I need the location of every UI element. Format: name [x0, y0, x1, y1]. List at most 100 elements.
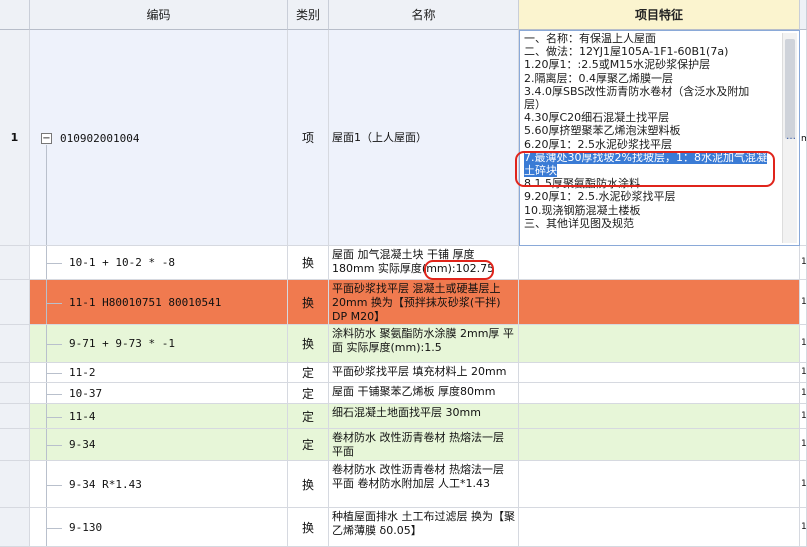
- feature-line: 1.20厚1：:2.5或M15水泥砂浆保护层: [524, 58, 711, 72]
- tree-line: [46, 508, 47, 546]
- code-cell[interactable]: 10-37: [30, 383, 288, 404]
- scrollbar-thumb[interactable]: [785, 39, 795, 139]
- feature-cell[interactable]: [519, 461, 800, 508]
- next-column-cell: 1: [800, 461, 807, 508]
- next-column-cell: 1: [800, 508, 807, 547]
- next-column-cell: 1: [800, 246, 807, 280]
- quota-row[interactable]: 11-2 定 平面砂浆找平层 填充材料上 20mm 1: [0, 363, 807, 383]
- category-cell[interactable]: 换: [288, 280, 329, 325]
- category-label: 换: [301, 295, 314, 310]
- name-cell[interactable]: 种植屋面排水 土工布过滤层 换为【聚乙烯薄膜 δ0.05】: [329, 508, 519, 547]
- tree-branch: [46, 263, 62, 264]
- quota-grid: 编码 类别 名称 项目特征 1 − 010902001004 项 屋面1（上人屋…: [0, 0, 807, 547]
- quota-row[interactable]: 10-37 定 屋面 干铺聚苯乙烯板 厚度80mm 1: [0, 383, 807, 404]
- tree-line: [46, 145, 47, 245]
- name-cell[interactable]: 屋面 干铺聚苯乙烯板 厚度80mm: [329, 383, 519, 404]
- category-cell[interactable]: 换: [288, 461, 329, 508]
- name-cell[interactable]: 卷材防水 改性沥青卷材 热熔法一层 平面 卷材防水附加层 人工*1.43: [329, 461, 519, 508]
- quota-row[interactable]: 10-1 + 10-2 * -8 换屋面 加气混凝土块 干铺 厚度180mm 实际…: [0, 246, 807, 280]
- next-column-cell: 1: [800, 429, 807, 461]
- annotation-circle: [424, 260, 494, 280]
- name-cell[interactable]: 平面砂浆找平层 填充材料上 20mm: [329, 363, 519, 383]
- category-label: 定: [301, 386, 314, 401]
- more-button[interactable]: …: [786, 131, 796, 142]
- quota-code: 11-1 H80010751 80010541: [69, 296, 222, 309]
- next-column-cell: 1: [800, 383, 807, 404]
- row-number: [0, 429, 30, 461]
- code-cell[interactable]: − 010902001004: [30, 30, 288, 246]
- code-cell[interactable]: 11-2: [30, 363, 288, 383]
- name-cell[interactable]: 平面砂浆找平层 混凝土或硬基层上 20mm 换为【预拌抹灰砂浆(干拌) DP M…: [329, 280, 519, 325]
- category-cell[interactable]: 定: [288, 383, 329, 404]
- tree-line: [46, 461, 47, 507]
- bill-item-row[interactable]: 1 − 010902001004 项 屋面1（上人屋面） 一、名称：有保温上人屋…: [0, 30, 807, 246]
- next-column-cell: 1: [800, 363, 807, 383]
- code-cell[interactable]: 11-1 H80010751 80010541: [30, 280, 288, 325]
- category-cell[interactable]: 定: [288, 404, 329, 429]
- category-column-header[interactable]: 类别: [288, 0, 329, 30]
- quota-row[interactable]: 9-34 R*1.43 换 卷材防水 改性沥青卷材 热熔法一层 平面 卷材防水附加层…: [0, 461, 807, 508]
- feature-cell[interactable]: [519, 246, 800, 280]
- quota-row[interactable]: 11-4 定 细石混凝土地面找平层 30mm 1: [0, 404, 807, 429]
- feature-cell[interactable]: [519, 429, 800, 461]
- feature-cell[interactable]: [519, 280, 800, 325]
- quota-row[interactable]: 11-1 H80010751 80010541 换 平面砂浆找平层 混凝土或硬基层上…: [0, 280, 807, 325]
- feature-cell[interactable]: [519, 325, 800, 363]
- name-cell[interactable]: 屋面1（上人屋面）: [329, 30, 519, 246]
- edge-text: 1: [801, 411, 807, 421]
- code-cell[interactable]: 9-130: [30, 508, 288, 547]
- category-cell[interactable]: 换: [288, 246, 329, 280]
- tree-branch: [46, 303, 62, 304]
- quota-code: 10-1 + 10-2 * -8: [69, 256, 175, 269]
- edge-text: m: [801, 134, 806, 144]
- code-cell[interactable]: 9-71 + 9-73 * -1: [30, 325, 288, 363]
- edge-text: 1: [801, 479, 807, 489]
- tree-branch: [46, 344, 62, 345]
- feature-cell[interactable]: [519, 508, 800, 547]
- category-label: 定: [301, 409, 314, 424]
- feature-line: 一、名称：有保温上人屋面: [524, 32, 656, 45]
- quota-code: 11-2: [69, 366, 96, 379]
- edge-text: 1: [801, 338, 807, 348]
- feature-cell[interactable]: [519, 383, 800, 404]
- quota-code: 11-4: [69, 410, 96, 423]
- feature-line: 二、做法：12YJ1屋105A-1F1-60B1(7a): [524, 45, 729, 59]
- code-column-header[interactable]: 编码: [30, 0, 288, 30]
- code-cell[interactable]: 9-34: [30, 429, 288, 461]
- name-cell[interactable]: 卷材防水 改性沥青卷材 热熔法一层 平面: [329, 429, 519, 461]
- feature-text-list[interactable]: 一、名称：有保温上人屋面 二、做法：12YJ1屋105A-1F1-60B1(7a…: [524, 32, 782, 230]
- quota-name: 涂料防水 聚氨酯防水涂膜 2mm厚 平面 实际厚度(mm):1.5: [332, 327, 514, 354]
- category-cell[interactable]: 定: [288, 363, 329, 383]
- category-label: 换: [301, 256, 314, 270]
- edge-text: 1: [801, 297, 807, 307]
- name-column-header[interactable]: 名称: [329, 0, 519, 30]
- feature-column-header[interactable]: 项目特征: [519, 0, 800, 30]
- edge-text: 1: [801, 522, 807, 532]
- feature-cell[interactable]: [519, 404, 800, 429]
- next-column-header[interactable]: [800, 0, 807, 30]
- code-cell[interactable]: 9-34 R*1.43: [30, 461, 288, 508]
- quota-row[interactable]: 9-34 定 卷材防水 改性沥青卷材 热熔法一层 平面 1: [0, 429, 807, 461]
- feature-line: 三、其他详见图及规范: [524, 216, 634, 230]
- quota-name: 平面砂浆找平层 填充材料上 20mm: [332, 365, 507, 378]
- code-cell[interactable]: 11-4: [30, 404, 288, 429]
- category-cell[interactable]: 换: [288, 325, 329, 363]
- category-cell[interactable]: 定: [288, 429, 329, 461]
- name-cell[interactable]: 涂料防水 聚氨酯防水涂膜 2mm厚 平面 实际厚度(mm):1.5: [329, 325, 519, 363]
- row-number-label: 1: [10, 131, 19, 144]
- name-cell[interactable]: 细石混凝土地面找平层 30mm: [329, 404, 519, 429]
- tree-branch: [46, 485, 62, 486]
- category-cell[interactable]: 换: [288, 508, 329, 547]
- quota-row[interactable]: 9-71 + 9-73 * -1 换 涂料防水 聚氨酯防水涂膜 2mm厚 平面 实际…: [0, 325, 807, 363]
- quota-row[interactable]: 9-130 换 种植屋面排水 土工布过滤层 换为【聚乙烯薄膜 δ0.05】 1: [0, 508, 807, 547]
- quota-name: 卷材防水 改性沥青卷材 热熔法一层 平面 卷材防水附加层 人工*1.43: [332, 463, 504, 490]
- tree-branch: [46, 394, 62, 395]
- category-cell[interactable]: 项: [288, 30, 329, 246]
- row-number: [0, 325, 30, 363]
- collapse-toggle-icon[interactable]: −: [41, 133, 52, 144]
- row-number: [0, 280, 30, 325]
- feature-cell[interactable]: [519, 363, 800, 383]
- code-cell[interactable]: 10-1 + 10-2 * -8: [30, 246, 288, 280]
- collapse-toggle-glyph: −: [42, 133, 51, 144]
- feature-cell[interactable]: 一、名称：有保温上人屋面 二、做法：12YJ1屋105A-1F1-60B1(7a…: [519, 30, 800, 246]
